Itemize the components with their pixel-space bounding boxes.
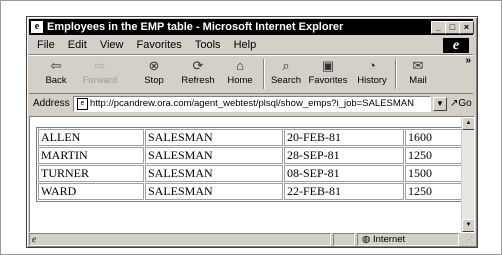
page-icon: e xyxy=(77,98,88,110)
vertical-scrollbar[interactable]: ▲ ▼ xyxy=(461,117,474,232)
status-bar: e ◍ Internet ⋰ xyxy=(29,233,473,246)
favorites-label: Favorites xyxy=(308,75,348,86)
employee-salary-cell: 1600 xyxy=(405,129,463,146)
employee-salary-cell: 1500 xyxy=(405,165,463,182)
employee-job-cell: SALESMAN xyxy=(145,165,283,182)
favorites-icon: ▣ xyxy=(321,58,335,73)
menu-edit[interactable]: Edit xyxy=(68,39,87,51)
history-button[interactable]: ◔ History xyxy=(351,57,393,86)
home-label: Home xyxy=(227,75,253,86)
employee-name-cell: ALLEN xyxy=(38,129,144,146)
back-label: Back xyxy=(45,75,67,86)
menu-file[interactable]: File xyxy=(37,39,55,51)
status-zone: Internet xyxy=(372,234,406,245)
employee-salary-cell: 1250 xyxy=(405,147,463,164)
mail-icon: ✉ xyxy=(412,58,424,73)
status-cell xyxy=(333,233,355,246)
maximize-button[interactable]: □ xyxy=(445,21,460,34)
employee-name-cell: TURNER xyxy=(38,165,144,182)
status-page-icon: e xyxy=(32,235,37,245)
forward-label: Forward xyxy=(82,75,118,86)
address-url: http://pcandrew.ora.com/agent_webtest/pl… xyxy=(90,98,414,109)
employee-name-cell: MARTIN xyxy=(38,147,144,164)
menu-tools[interactable]: Tools xyxy=(195,39,221,51)
employee-salary-cell: 1250 xyxy=(405,183,463,200)
page-content: ALLEN SALESMAN 20-FEB-81 1600 MARTIN SALESMAN… xyxy=(29,116,475,233)
history-label: History xyxy=(357,75,387,86)
employee-hiredate-cell: 22-FEB-81 xyxy=(284,183,404,200)
title-bar: e Employees in the EMP table - Microsoft… xyxy=(29,19,474,35)
go-button[interactable]: ↗Go xyxy=(450,94,472,114)
refresh-icon: ⟳ xyxy=(192,58,204,73)
close-button[interactable]: × xyxy=(459,21,474,34)
mail-button[interactable]: ✉ Mail xyxy=(397,57,439,86)
back-arrow-icon: ⇦ xyxy=(50,58,62,73)
scroll-down-icon[interactable]: ▼ xyxy=(462,219,474,232)
stop-label: Stop xyxy=(144,75,164,86)
browser-window: e Employees in the EMP table - Microsoft… xyxy=(26,16,478,248)
table-row: ALLEN SALESMAN 20-FEB-81 1600 xyxy=(38,129,463,146)
mail-label: Mail xyxy=(409,75,427,86)
go-label: Go xyxy=(458,98,472,109)
home-icon: ⌂ xyxy=(236,58,244,73)
home-button[interactable]: ⌂ Home xyxy=(219,57,261,86)
table-row: TURNER SALESMAN 08-SEP-81 1500 xyxy=(38,165,463,182)
ie-logo-icon: e xyxy=(443,38,469,53)
refresh-button[interactable]: ⟳ Refresh xyxy=(177,57,219,86)
employee-hiredate-cell: 08-SEP-81 xyxy=(284,165,404,182)
stop-button[interactable]: ⊗ Stop xyxy=(133,57,175,86)
toolbar-more-chevron-icon[interactable]: » xyxy=(465,55,471,66)
search-label: Search xyxy=(270,75,302,86)
menu-help[interactable]: Help xyxy=(234,39,257,51)
forward-arrow-icon: ⇨ xyxy=(94,58,106,73)
window-title: Employees in the EMP table - Microsoft I… xyxy=(47,21,344,33)
address-label: Address xyxy=(33,98,70,109)
back-button[interactable]: ⇦ Back xyxy=(35,57,77,86)
search-icon: ⌕ xyxy=(282,58,290,73)
stop-icon: ⊗ xyxy=(148,58,160,73)
address-input[interactable]: e http://pcandrew.ora.com/agent_webtest/p… xyxy=(73,96,431,112)
table-row: WARD SALESMAN 22-FEB-81 1250 xyxy=(38,183,463,200)
address-bar: Address e http://pcandrew.ora.com/agent_w… xyxy=(29,94,473,114)
status-zone-cell: ◍ Internet xyxy=(357,233,459,246)
employee-hiredate-cell: 28-SEP-81 xyxy=(284,147,404,164)
employee-name-cell: WARD xyxy=(38,183,144,200)
internet-zone-icon: ◍ xyxy=(362,234,371,245)
address-dropdown-icon[interactable]: ▼ xyxy=(433,97,447,111)
employee-hiredate-cell: 20-FEB-81 xyxy=(284,129,404,146)
ie-app-icon[interactable]: e xyxy=(31,21,43,33)
employee-job-cell: SALESMAN xyxy=(145,129,283,146)
refresh-label: Refresh xyxy=(181,75,215,86)
menu-bar: File Edit View Favorites Tools Help e xyxy=(29,37,473,53)
minimize-button[interactable]: _ xyxy=(431,21,446,34)
table-row: MARTIN SALESMAN 28-SEP-81 1250 xyxy=(38,147,463,164)
resize-grip-icon[interactable]: ⋰ xyxy=(463,235,473,245)
history-icon: ◔ xyxy=(368,58,376,73)
employee-job-cell: SALESMAN xyxy=(145,147,283,164)
scroll-up-icon[interactable]: ▲ xyxy=(462,117,474,130)
favorites-button[interactable]: ▣ Favorites xyxy=(307,57,349,86)
employee-table: ALLEN SALESMAN 20-FEB-81 1600 MARTIN SALESMAN… xyxy=(36,127,465,202)
menu-view[interactable]: View xyxy=(100,39,124,51)
status-main-cell: e xyxy=(29,233,331,246)
employee-job-cell: SALESMAN xyxy=(145,183,283,200)
forward-button[interactable]: ⇨ Forward xyxy=(79,57,121,86)
standard-toolbar: ⇦ Back ⇨ Forward ⊗ Stop ⟳ Refresh ⌂ Home… xyxy=(29,54,473,94)
search-button[interactable]: ⌕ Search xyxy=(265,57,307,86)
menu-favorites[interactable]: Favorites xyxy=(137,39,182,51)
